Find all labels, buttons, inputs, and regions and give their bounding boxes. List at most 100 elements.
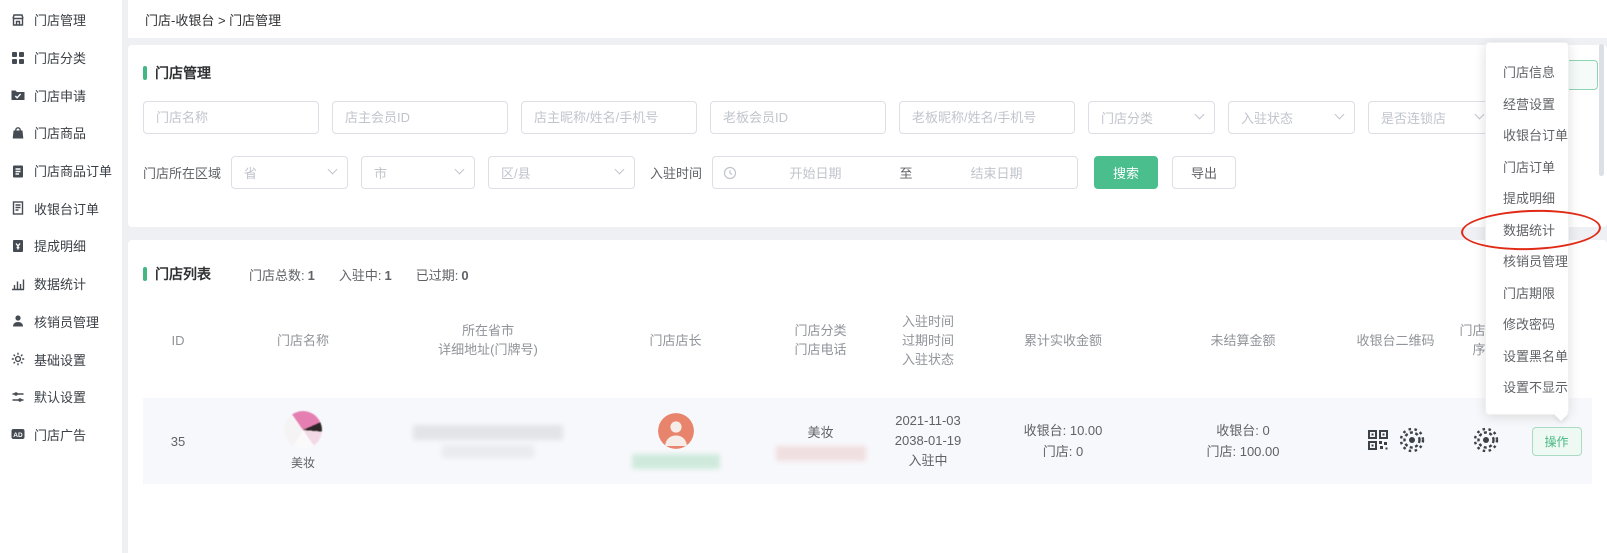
stat-expired-label: 已过期: [416,268,459,283]
sidebar-item-store-ads[interactable]: AD 门店广告 [0,416,122,454]
sidebar-item-label: 门店分类 [34,48,86,67]
store-list-card: 门店列表 门店总数:1 入驻中:1 已过期:0 ID 门店名称 所在省市详细地址… [128,240,1607,553]
owner-member-id-input[interactable] [332,101,508,134]
col-cashier-qrcode: 收银台二维码 [1343,331,1448,350]
dropdown-item-verifier-management[interactable]: 核销员管理 [1486,246,1568,278]
search-button[interactable]: 搜索 [1094,156,1158,189]
select-placeholder: 入驻状态 [1241,108,1293,127]
qrcode-icon[interactable] [1367,429,1389,454]
sidebar-item-store-category[interactable]: 门店分类 [0,39,122,77]
stat-total-value: 1 [308,268,315,283]
dropdown-item-operation-settings[interactable]: 经营设置 [1486,89,1568,121]
sliders-icon [10,389,26,405]
svg-text:AD: AD [13,432,23,439]
sidebar-item-label: 基础设置 [34,350,86,369]
city-select[interactable]: 市 [361,156,475,189]
store-admin-app: 门店管理 门店分类 门店申请 门店商品 门店商品订单 收银台订单 提成明细 数 [0,0,1607,553]
sidebar-item-commission-details[interactable]: 提成明细 [0,227,122,265]
chevron-down-icon [455,165,465,175]
end-date-placeholder[interactable]: 结束日期 [926,163,1067,182]
sidebar-item-data-statistics[interactable]: 数据统计 [0,265,122,303]
sidebar-item-store-goods[interactable]: 门店商品 [0,114,122,152]
date-separator: 至 [886,163,926,182]
row-id: 35 [143,434,213,449]
person-icon [10,313,26,329]
chevron-down-icon [1335,110,1345,120]
dropdown-item-store-info[interactable]: 门店信息 [1486,57,1568,89]
select-placeholder: 省 [244,163,257,182]
dropdown-item-set-hidden[interactable]: 设置不显示 [1486,372,1568,404]
dropdown-item-commission-details[interactable]: 提成明细 [1486,183,1568,215]
row-cashier-qrcode-cell [1343,427,1448,456]
list-card-title: 门店列表 [155,264,211,284]
sidebar-item-label: 门店商品订单 [34,161,112,180]
col-category-phone: 门店分类门店电话 [768,321,873,359]
sidebar-item-label: 数据统计 [34,274,86,293]
store-category-select[interactable]: 门店分类 [1088,101,1215,134]
chevron-down-icon [1475,110,1485,120]
dropdown-item-store-orders[interactable]: 门店订单 [1486,152,1568,184]
dropdown-item-change-password[interactable]: 修改密码 [1486,309,1568,341]
chevron-down-icon [1195,110,1205,120]
row-entry-time-cell: 2021-11-03 2038-01-19 入驻中 [873,411,983,471]
start-date-placeholder[interactable]: 开始日期 [745,163,886,182]
store-table: ID 门店名称 所在省市详细地址(门牌号) 门店店长 门店分类门店电话 入驻时间… [128,296,1607,484]
row-action-button[interactable]: 操作 [1532,427,1582,456]
row-store-name-cell: 美妆 [213,411,393,471]
sidebar-item-cashier-orders[interactable]: 收银台订单 [0,189,122,227]
row-unsettled-cell: 收银台: 0 门店: 100.00 [1143,420,1343,462]
select-placeholder: 市 [374,163,387,182]
sidebar-item-store-application[interactable]: 门店申请 [0,76,122,114]
select-placeholder: 门店分类 [1101,108,1153,127]
redacted-manager-name [632,454,720,469]
row-manager-cell [583,413,768,469]
stat-active-value: 1 [384,268,391,283]
region-label: 门店所在区域 [143,163,221,182]
store-name-text: 美妆 [291,454,315,471]
sidebar-item-default-settings[interactable]: 默认设置 [0,378,122,416]
miniprogram-code-icon[interactable] [1399,427,1425,456]
province-select[interactable]: 省 [231,156,348,189]
select-placeholder: 区/县 [501,163,531,182]
dropdown-item-data-statistics[interactable]: 数据统计 [1486,215,1568,247]
miniprogram-code-icon[interactable] [1473,427,1499,456]
entry-status-select[interactable]: 入驻状态 [1228,101,1355,134]
sidebar-item-label: 提成明细 [34,236,86,255]
owner-nickname-input[interactable] [521,101,697,134]
store-name-input[interactable] [143,101,319,134]
boss-nickname-input[interactable] [899,101,1075,134]
sidebar-item-verifier-management[interactable]: 核销员管理 [0,303,122,341]
dropdown-item-set-blacklist[interactable]: 设置黑名单 [1486,341,1568,373]
row-address-cell [393,425,583,458]
ledger-yen-icon [10,238,26,254]
sidebar-item-label: 收银台订单 [34,199,99,218]
sidebar-item-store-management[interactable]: 门店管理 [0,1,122,39]
expire-time: 2038-01-19 [873,431,983,451]
boss-member-id-input[interactable] [710,101,886,134]
sidebar: 门店管理 门店分类 门店申请 门店商品 门店商品订单 收银台订单 提成明细 数 [0,0,122,553]
action-dropdown-menu: 门店信息 经营设置 收银台订单 门店订单 提成明细 数据统计 核销员管理 门店期… [1485,42,1569,415]
date-range-picker[interactable]: 开始日期 至 结束日期 [712,156,1078,189]
stat-active-label: 入驻中: [339,268,382,283]
district-select[interactable]: 区/县 [488,156,635,189]
scrollbar-thumb[interactable] [1599,44,1604,176]
sidebar-item-basic-settings[interactable]: 基础设置 [0,340,122,378]
sidebar-item-store-goods-orders[interactable]: 门店商品订单 [0,152,122,190]
dropdown-item-store-term[interactable]: 门店期限 [1486,278,1568,310]
chart-icon [10,276,26,292]
join-time: 2021-11-03 [873,411,983,431]
chain-store-select[interactable]: 是否连锁店 [1368,101,1495,134]
chevron-down-icon [615,165,625,175]
col-id: ID [143,331,213,350]
store-avatar [284,411,322,449]
export-button[interactable]: 导出 [1172,156,1236,189]
breadcrumb: 门店-收银台 > 门店管理 [128,0,1607,38]
redacted-address-line1 [413,425,563,440]
manager-avatar [658,413,694,449]
bag-icon [10,125,26,141]
stat-expired-value: 0 [461,268,468,283]
dropdown-item-cashier-orders[interactable]: 收银台订单 [1486,120,1568,152]
table-header: ID 门店名称 所在省市详细地址(门牌号) 门店店长 门店分类门店电话 入驻时间… [143,296,1592,384]
row-category-cell: 美妆 [768,422,873,461]
grid-icon [10,50,26,66]
